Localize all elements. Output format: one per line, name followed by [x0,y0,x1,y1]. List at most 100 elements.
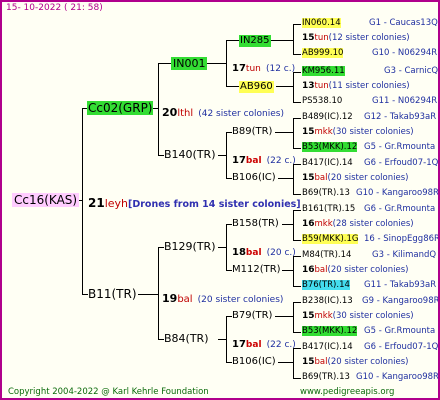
row-sisters: 15bal(20 sister colonies) [302,358,408,367]
row-queen[interactable]: KM956.11 [302,66,345,76]
row-queen[interactable]: B238(IC).13 [302,297,353,306]
row-info: G10 - Kangaroo98R [356,188,439,198]
row-info: G3 - CarnicQ [384,66,439,76]
row-info: G5 - Gr.Rmounta [364,326,436,336]
row-note: (20 sister colonies) [327,173,409,183]
row-queen[interactable]: M84(TR).14 [302,251,351,260]
in285-queen[interactable]: IN285 [239,35,271,47]
m112-queen[interactable]: M112(TR) [232,265,281,275]
row-sub: bal [314,173,328,183]
row-note: (20 sister colonies) [327,357,409,367]
b158-queen[interactable]: B158(TR) [232,219,279,229]
row-number: 15 [302,33,315,43]
b129-note: (20 c.) [266,248,296,258]
row-queen-name: B417(IC).14 [302,342,353,352]
row-queen[interactable]: B417(IC).14 [302,343,353,352]
row-info: G6 - Erfoud07-1Q [364,342,439,352]
in001-queen[interactable]: IN001 [171,57,208,70]
in001-note: (12 c.) [265,64,296,74]
date-time: 15- 10-2022 ( 21: 58) [6,4,103,13]
row-info: G10 - N06294R [372,48,438,58]
row-number: 15 [302,357,315,367]
row-info: G11 - Takab93aR [364,280,437,290]
row-queen-name: B489(IC).12 [302,112,353,122]
row-sub: mkk [314,219,333,229]
mother-number: 19 [162,292,178,305]
row-queen[interactable]: B489(IC).12 [302,113,353,122]
b129-number: 18 [232,247,246,258]
row-info: G5 - Gr.Rmounta [364,142,436,152]
ab960-queen[interactable]: AB960 [239,81,274,93]
row-sub: mkk [314,127,333,137]
b89-queen[interactable]: B89(TR) [232,127,272,137]
row-queen[interactable]: B53(MKK).12 [302,326,358,336]
row-number: 16 [302,265,315,275]
row-queen[interactable]: B59(MKK).1G [302,234,359,244]
row-queen[interactable]: B76(TR).14 [302,280,350,290]
row-queen[interactable]: B417(IC).14 [302,159,353,168]
row-sisters: 15mkk(30 sister colonies) [302,128,414,137]
row-sisters: 15tun(12 sister colonies) [302,34,410,43]
root-info: 21leyh[Drones from 14 sister colonies] [88,194,301,210]
b89-note: (22 c.) [266,156,296,166]
row-queen-name: B69(TR).13 [302,372,350,382]
row-info: G12 - Takab93aR [364,112,437,122]
father-number: 20 [162,106,178,119]
row-queen[interactable]: AB999.10 [302,48,344,58]
root-note: [Drones from 14 sister colonies] [128,199,301,210]
mother-note: (20 sister colonies) [197,295,284,305]
father-queen[interactable]: Cc02(GRP) [87,101,154,115]
b84-info: 17bal (22 c.) [232,334,296,350]
father-info: 20lthl (42 sister colonies) [162,103,284,119]
row-sisters: 16bal(20 sister colonies) [302,266,408,275]
root-queen[interactable]: Cc16(KAS) [12,193,80,207]
b106a-queen[interactable]: B106(IC) [232,173,276,183]
b89-sub: bal [245,156,262,166]
row-queen-name: B417(IC).14 [302,158,353,168]
row-number: 15 [302,311,315,321]
row-note: (30 sister colonies) [332,127,414,137]
b84-queen[interactable]: B84(TR) [164,333,209,344]
b140-queen[interactable]: B140(TR) [164,149,216,160]
b129-sub: bal [245,248,262,258]
row-queen-name: B53(MKK).12 [302,326,358,336]
b106b-queen[interactable]: B106(IC) [232,357,276,367]
row-queen[interactable]: IN060.14 [302,18,341,28]
row-info: G6 - Erfoud07-1Q [364,158,439,168]
header-date: 15- 10-2022 [6,3,62,13]
row-queen[interactable]: PS538.10 [302,97,342,106]
row-info: G1 - Caucas13Q [369,18,438,28]
b129-queen[interactable]: B129(TR) [164,241,216,252]
father-note: (42 sister colonies) [198,109,284,119]
row-sisters: 15mkk(30 sister colonies) [302,312,414,321]
row-queen-name: IN060.14 [302,18,341,28]
row-queen-name: M84(TR).14 [302,250,352,260]
b89-info: 17bal (22 c.) [232,150,296,166]
row-queen[interactable]: B53(MKK).12 [302,142,358,152]
row-queen[interactable]: B69(TR).13 [302,373,350,382]
in001-sub: tun [245,64,261,74]
row-queen[interactable]: B69(TR).13 [302,189,350,198]
row-note: (20 sister colonies) [327,265,409,275]
row-note: (30 sister colonies) [332,311,414,321]
footer-site[interactable]: www.pedigreeapis.org [300,388,394,397]
row-info: G11 - N06294R [372,96,438,106]
row-info: 16 - SinopEgg86R [364,234,440,244]
b84-note: (22 c.) [266,340,296,350]
row-sisters: 13tun(11 sister colonies) [302,82,410,91]
row-queen[interactable]: B161(TR).15 [302,205,355,214]
b79-queen[interactable]: B79(TR) [232,311,272,321]
row-info: G3 - KilimandQ [372,250,437,260]
row-sub: mkk [314,311,333,321]
b129-info: 18bal (20 c.) [232,242,296,258]
row-info: G6 - Gr.Rmounta [364,204,436,214]
row-queen-name: B53(MKK).12 [302,142,358,152]
row-queen-name: B69(TR).13 [302,188,350,198]
mother-sub: bal [177,294,193,305]
row-queen-name: B238(IC).13 [302,296,353,306]
row-sub: tun [314,81,329,91]
root-sub: leyh [104,197,129,210]
footer-copyright: Copyright 2004-2022 @ Karl Kehrle Founda… [8,387,209,397]
row-sisters: 16mkk(28 sister colonies) [302,220,414,229]
mother-queen[interactable]: B11(TR) [88,288,137,300]
